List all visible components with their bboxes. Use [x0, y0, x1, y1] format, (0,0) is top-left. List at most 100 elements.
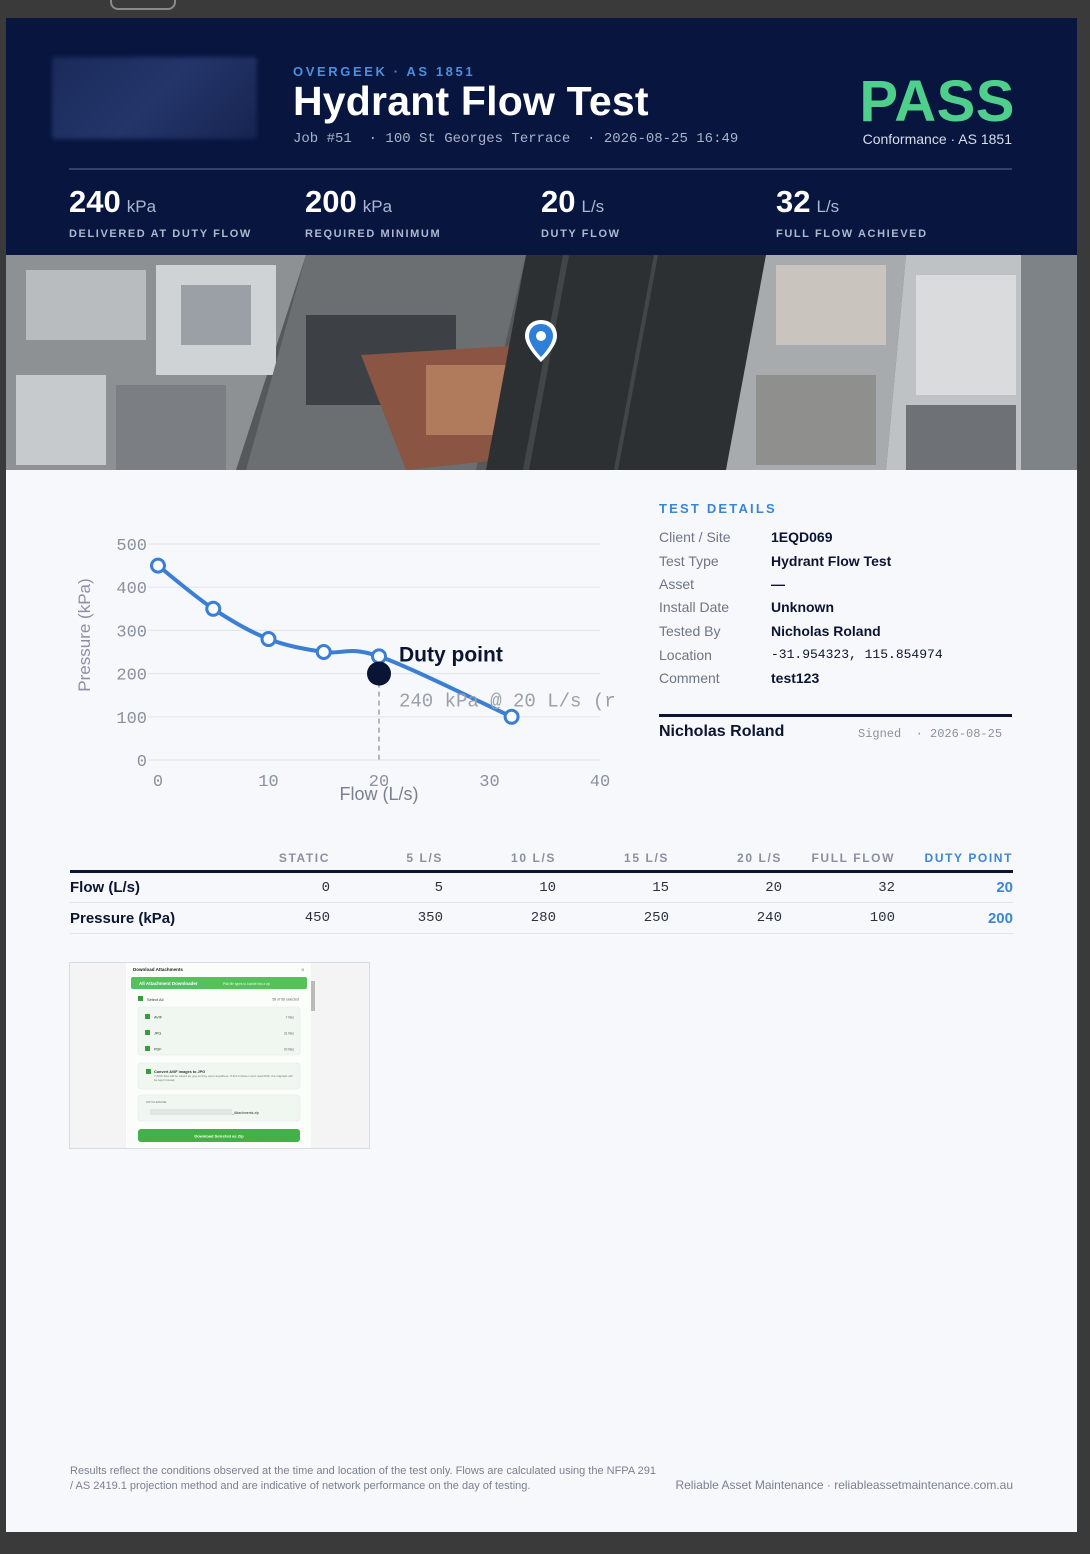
- results-table: STATIC 5 L/S 10 L/S 15 L/S 20 L/S FULL F…: [70, 848, 1013, 934]
- test-details-heading: TEST DETAILS: [659, 501, 777, 516]
- detail-row-install-date: Install Date Unknown: [659, 599, 1019, 619]
- y-tick-label: 0: [137, 753, 147, 772]
- close-icon: ×: [301, 968, 305, 974]
- detail-value: -31.954323, 115.854974: [771, 647, 943, 662]
- pass-verdict: PASS: [859, 69, 1015, 134]
- stat-unit: kPa: [362, 197, 393, 216]
- table-cell: 10: [443, 871, 556, 903]
- duty-point-annotation: 240 kPa @ 20 L/s (r: [399, 691, 616, 713]
- footnote: Results reflect the conditions observed …: [70, 1465, 656, 1492]
- detail-row-asset: Asset —: [659, 576, 1019, 596]
- table-row: Pressure (kPa) 450 350 280 250 240 100 2…: [70, 902, 1013, 934]
- detail-value: Unknown: [771, 599, 834, 615]
- report-title: Hydrant Flow Test: [293, 78, 649, 124]
- stat-label: REQUIRED MINIMUM: [305, 228, 442, 240]
- company-logo: [52, 57, 257, 139]
- table-header-duty: DUTY POINT: [895, 848, 1013, 873]
- table-header: 20 L/S: [669, 848, 782, 873]
- y-tick-labels: 0 100 200 300 400 500: [116, 537, 147, 772]
- table-cell: 5: [330, 871, 443, 903]
- table-header: 5 L/S: [330, 848, 443, 873]
- stat-value: 20: [541, 184, 576, 219]
- y-tick-label: 200: [116, 667, 147, 686]
- table-cell: 450: [240, 902, 330, 934]
- stat-unit: L/s: [581, 197, 605, 216]
- signature-meta: Signed · 2026-08-25: [858, 727, 1003, 741]
- stat-full-flow: 32 L/s FULL FLOW ACHIEVED: [776, 184, 928, 240]
- table-cell: 240: [669, 902, 782, 934]
- table-header: FULL FLOW: [782, 848, 895, 873]
- stat-label: DELIVERED AT DUTY FLOW: [69, 228, 252, 240]
- pressure-flow-chart: 0100200300400500 0 10 20 30 40 Pressure (kPa…: [75, 537, 616, 804]
- stat-value: 32: [776, 184, 811, 219]
- viewer-tab-handle[interactable]: [110, 0, 176, 10]
- table-cell: 100: [782, 902, 895, 934]
- attach-banner-hint: Pick file types to bundle into a zip: [223, 982, 270, 986]
- x-tick-label: 10: [258, 773, 278, 792]
- table-cell: 15: [556, 871, 669, 903]
- attach-selected-count: 58 of 58 selected: [272, 998, 299, 1002]
- attachment-thumbnail[interactable]: Download Attachments × All Attachment Do…: [69, 962, 370, 1149]
- attach-type-pdf: PDF: [154, 1048, 162, 1052]
- detail-row-tested-by: Tested By Nicholas Roland: [659, 623, 1019, 643]
- brand-line: OVERGEEK · AS 1851: [293, 64, 476, 79]
- table-header: 15 L/S: [556, 848, 669, 873]
- detail-value: Nicholas Roland: [771, 623, 881, 639]
- table-cell: 20: [669, 871, 782, 903]
- detail-value: Hydrant Flow Test: [771, 553, 892, 569]
- detail-key: Test Type: [659, 553, 719, 569]
- attach-count-jpg: 31 files: [284, 1032, 295, 1036]
- table-cell: 32: [782, 871, 895, 903]
- detail-row-comment: Comment test123: [659, 670, 1019, 690]
- duty-point-label: Duty point: [399, 644, 503, 667]
- stat-unit: L/s: [816, 197, 840, 216]
- y-axis-label: Pressure (kPa): [75, 578, 94, 691]
- data-point: [150, 557, 166, 574]
- x-tick-label: 30: [479, 773, 499, 792]
- stat-value: 240: [69, 184, 121, 219]
- stat-unit: kPa: [126, 197, 157, 216]
- table-cell: 350: [330, 902, 443, 934]
- attach-type-avif: AVIF: [154, 1016, 163, 1020]
- attach-title: Download Attachments: [133, 967, 183, 972]
- attach-convert-desc: 7 AVIF files will be saved as .jpg so th…: [154, 1075, 293, 1082]
- table-cell: 250: [556, 902, 669, 934]
- table-row: Flow (L/s) 0 5 10 15 20 32 20: [70, 871, 1013, 903]
- attach-select-all: Select All: [147, 997, 164, 1002]
- table-cell: 280: [443, 902, 556, 934]
- header-divider: [69, 168, 1012, 170]
- map-pin-icon[interactable]: [523, 318, 559, 364]
- detail-key: Asset: [659, 576, 695, 592]
- stat-required: 200 kPa REQUIRED MINIMUM: [305, 184, 441, 240]
- attachment-screenshot: Download Attachments × All Attachment Do…: [70, 963, 369, 1148]
- satellite-map[interactable]: [6, 255, 1077, 470]
- detail-value: —: [771, 576, 785, 592]
- signature-name: Nicholas Roland: [659, 723, 785, 740]
- attach-zip-label: ZIP FILENAME: [146, 1100, 166, 1104]
- detail-key: Tested By: [659, 623, 721, 639]
- detail-key: Location: [659, 647, 712, 663]
- table-header: 10 L/S: [443, 848, 556, 873]
- viewer-top-bar: [0, 0, 1090, 16]
- attach-banner: All Attachment Downloader: [139, 981, 198, 986]
- report-page: OVERGEEK · AS 1851 Hydrant Flow Test Job…: [6, 18, 1077, 1532]
- company-footer: Reliable Asset Maintenance · reliableass…: [675, 1478, 1013, 1492]
- stat-delivered: 240 kPa DELIVERED AT DUTY FLOW: [69, 184, 252, 240]
- row-label: Flow (L/s): [70, 871, 240, 903]
- y-tick-label: 300: [116, 623, 147, 642]
- duty-point-marker: [367, 661, 391, 686]
- stat-label: DUTY FLOW: [541, 228, 621, 240]
- detail-row-client: Client / Site 1EQD069: [659, 529, 1019, 549]
- detail-row-test-type: Test Type Hydrant Flow Test: [659, 553, 1019, 573]
- detail-row-location: Location -31.954323, 115.854974: [659, 647, 1019, 667]
- job-subline: Job #51 · 100 St Georges Terrace · 2026-…: [293, 131, 739, 147]
- download-zip-label: Download Selected as Zip: [194, 1134, 244, 1139]
- duty-cell: 200: [895, 902, 1013, 934]
- table-header: STATIC: [240, 848, 330, 873]
- row-label: Pressure (kPa): [70, 902, 240, 934]
- signature-rule: [659, 714, 1012, 717]
- detail-value: test123: [771, 670, 820, 686]
- attach-type-jpg: JPG: [154, 1032, 161, 1036]
- table-header: [70, 848, 240, 873]
- y-tick-label: 400: [116, 580, 147, 599]
